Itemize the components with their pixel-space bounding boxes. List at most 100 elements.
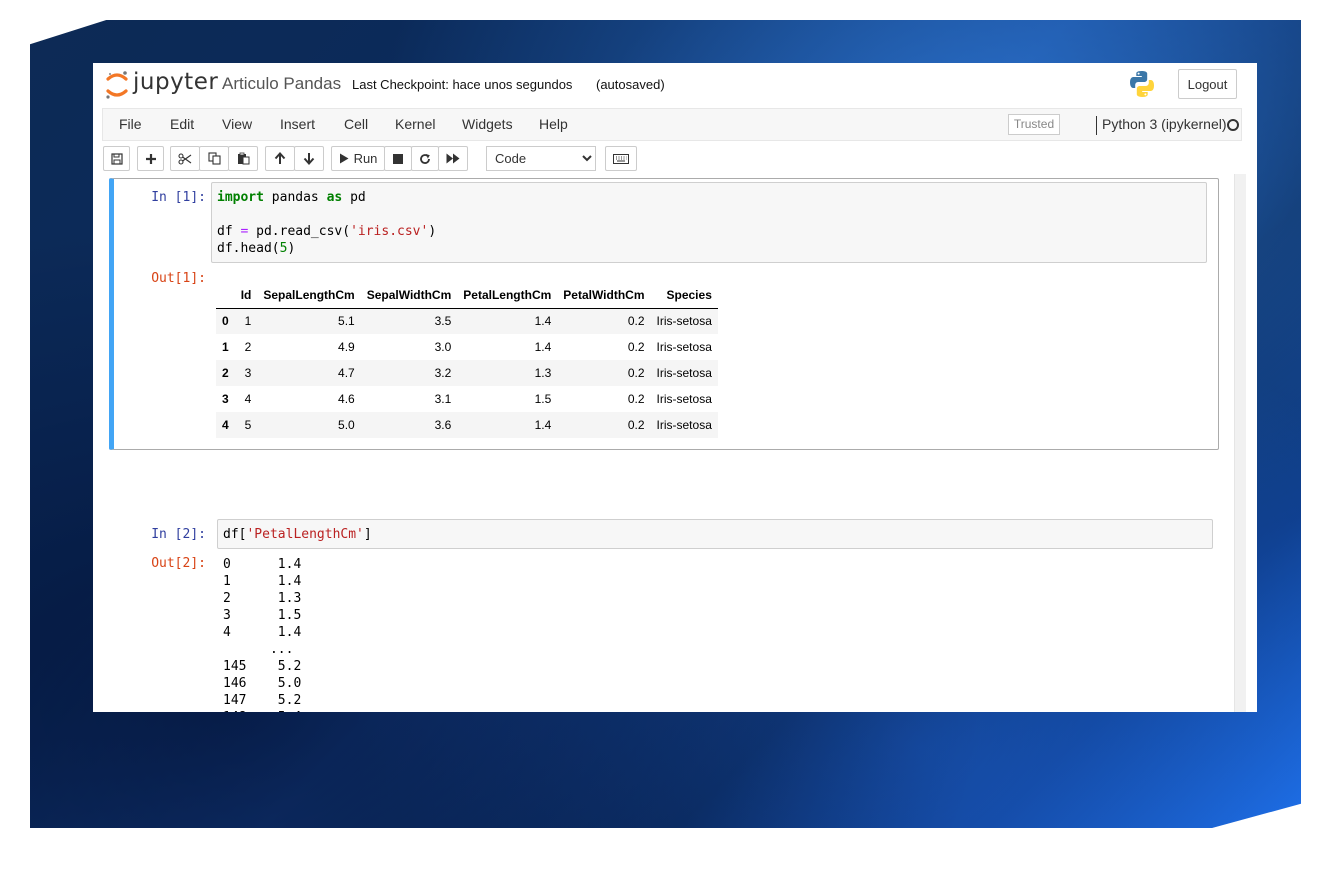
series-line: 145 5.2 [223,659,302,674]
column-header: PetalLengthCm [457,280,558,309]
column-header: SepalLengthCm [257,280,361,309]
menu-view[interactable]: View [222,116,252,132]
move-up-button[interactable] [265,146,295,171]
column-header: PetalWidthCm [557,280,651,309]
keyboard-icon [613,153,629,164]
command-palette-button[interactable] [605,146,637,171]
notebook-container: In [1]: import pandas as pd df = pd.read… [93,174,1257,712]
interrupt-kernel-button[interactable] [384,146,412,171]
logout-button[interactable]: Logout [1178,69,1237,99]
save-icon [110,152,123,165]
move-down-button[interactable] [294,146,324,171]
code-line-1: df['PetalLengthCm'] [223,527,372,542]
dataframe-body: 0 1 5.1 3.5 1.4 0.2 Iris-setosa 1 2 4.9 3.0 1.4 0.2 I… [216,308,718,438]
table-cell: 0.2 [627,418,645,432]
table-cell: 3.2 [434,366,452,380]
python-logo-icon [1130,71,1154,97]
menu-help[interactable]: Help [539,116,568,132]
paste-icon [237,152,249,165]
copy-icon [207,152,221,165]
code-token-str: 'PetalLengthCm' [246,527,364,542]
scissors-icon [178,152,192,165]
menu-insert[interactable]: Insert [280,116,315,132]
table-row: 2 3 4.7 3.2 1.3 0.2 Iris-setosa [216,360,718,386]
menu-edit[interactable]: Edit [170,116,194,132]
table-cell: 4 [244,392,252,406]
code-editor[interactable]: import pandas as pd df = pd.read_csv('ir… [211,182,1207,263]
cell-type-select[interactable]: Code [486,146,596,171]
table-cell: 3 [244,366,252,380]
notebook-scrollbar[interactable] [1234,174,1246,712]
run-button-label: Run [353,151,378,166]
table-cell: 3.5 [434,314,452,329]
series-line: 2 1.3 [223,591,302,606]
table-cell: 0.2 [627,366,645,380]
trusted-indicator[interactable]: Trusted [1008,114,1060,135]
series-line: 0 1.4 [223,557,302,572]
menubar: File Edit View Insert Cell Kernel Widget… [102,108,1242,141]
table-cell: 0.2 [627,340,645,354]
jupyter-notebook-window: jupyter Articulo Pandas Last Checkpoint:… [93,63,1257,712]
row-index: 3 [222,392,229,406]
restart-kernel-button[interactable] [411,146,439,171]
table-cell: Iris-setosa [656,392,712,406]
play-icon [339,153,349,164]
table-row: 3 4 4.6 3.1 1.5 0.2 Iris-setosa [216,386,718,412]
code-token-str: 'iris.csv' [350,224,429,239]
save-button[interactable] [103,146,130,171]
table-cell: 3.1 [434,392,452,406]
table-cell: 1 [244,314,252,329]
paste-button[interactable] [228,146,258,171]
code-editor-2[interactable]: df['PetalLengthCm'] [217,519,1213,549]
toolbar: Run Code [102,145,1242,173]
cut-button[interactable] [170,146,200,171]
dataframe-header-row: Id SepalLengthCm SepalWidthCm PetalLengthCm… [216,280,718,309]
restart-run-all-button[interactable] [438,146,468,171]
run-button[interactable]: Run [331,146,385,171]
series-line: 1 1.4 [223,574,302,589]
row-index: 1 [222,340,229,354]
table-cell: 5.1 [338,314,355,329]
table-cell: 1.4 [534,314,552,329]
input-prompt-2: In [2]: [151,527,206,542]
plus-icon [145,153,156,164]
table-cell: 1.4 [534,418,552,432]
table-cell: 2 [244,340,252,354]
code-line-4: df.head(5) [217,241,296,256]
header: jupyter Articulo Pandas Last Checkpoint:… [93,63,1257,108]
input-prompt: In [1]: [151,190,206,205]
table-cell: 4.9 [338,340,355,354]
code-line-3: df = pd.read_csv('iris.csv') [217,224,437,239]
kernel-name[interactable]: Python 3 (ipykernel) [1102,116,1227,132]
arrow-up-icon [274,152,286,164]
series-line: 146 5.0 [223,676,302,691]
notebook-title[interactable]: Articulo Pandas [222,74,341,94]
stop-icon [393,153,403,164]
series-output: 0 1.4 1 1.4 2 1.3 3 1.5 4 1.4 ... 145 5.2 146 … [223,556,599,712]
series-line: 4 1.4 [223,625,302,640]
column-header: Id [234,280,258,309]
menu-cell[interactable]: Cell [344,116,368,132]
jupyter-logo-icon[interactable] [105,70,129,100]
index-header [216,280,235,309]
menu-kernel[interactable]: Kernel [395,116,435,132]
table-cell: 4.7 [338,366,355,380]
table-cell: Iris-setosa [656,418,712,432]
copy-button[interactable] [199,146,229,171]
series-line: 147 5.2 [223,693,302,708]
series-line: 3 1.5 [223,608,302,623]
row-index: 2 [222,366,229,380]
table-row: 4 5 5.0 3.6 1.4 0.2 Iris-setosa [216,412,718,438]
last-checkpoint: Last Checkpoint: hace unos segundos [352,77,573,92]
series-line: ... [223,642,294,657]
menu-widgets[interactable]: Widgets [462,116,513,132]
code-cell-selected[interactable]: In [1]: import pandas as pd df = pd.read… [109,178,1219,450]
insert-cell-button[interactable] [137,146,164,171]
menu-file[interactable]: File [119,116,142,132]
code-token-num: 5 [279,241,288,256]
table-cell: 4.6 [338,392,355,406]
code-line-1: import pandas as pd [217,190,366,205]
column-header: SepalWidthCm [360,280,458,309]
table-cell: 5 [244,418,252,432]
table-cell: Iris-setosa [656,314,712,329]
